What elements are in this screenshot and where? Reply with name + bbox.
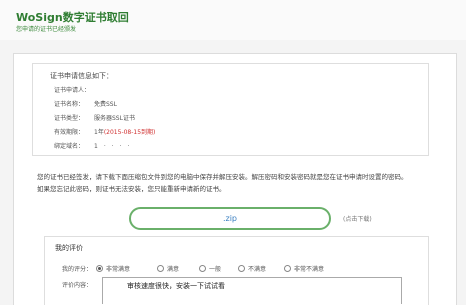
radio-icon	[157, 265, 164, 272]
rating-option-very-satisfied[interactable]: 非常满意	[96, 264, 130, 273]
radio-icon	[199, 265, 206, 272]
cert-info-box: 证书申请信息如下：	[32, 63, 429, 156]
rating-option-neutral[interactable]: 一般	[199, 264, 221, 273]
validity-value: 1年(2015-08-15到期)	[94, 127, 155, 136]
rating-label: 我的评分：	[62, 266, 93, 273]
domain-value: 1 · · · ·	[94, 143, 130, 150]
evaluation-content-text: 审核速度很快，安装一下试试看	[127, 282, 225, 290]
radio-icon	[238, 265, 245, 272]
domain-label: 绑定域名：	[54, 143, 85, 150]
cert-info-heading: 证书申请信息如下：	[50, 72, 113, 80]
cert-name-value: 免费SSL	[94, 101, 117, 108]
rating-option-unsatisfied[interactable]: 不满意	[238, 264, 266, 273]
download-zip-label: .zip	[222, 214, 238, 223]
applicant-label: 证书申请人：	[54, 87, 91, 94]
radio-selected-icon	[96, 265, 103, 272]
instructions-line-1: 您的证书已经签发，请下载下面压缩包文件到您的电脑中保存并解压安装。解压密码和安装…	[37, 173, 408, 181]
rating-option-very-unsatisfied[interactable]: 非常不满意	[284, 264, 324, 273]
radio-icon	[284, 265, 291, 272]
cert-type-label: 证书类型：	[54, 115, 85, 122]
page-header: WoSign数字证书取回 您申请的证书已经颁发	[0, 0, 466, 40]
download-hint: (点击下载)	[343, 216, 372, 223]
validity-period: 1年	[94, 129, 104, 136]
download-zip-button[interactable]: .zip	[129, 207, 331, 230]
cert-name-label: 证书名称：	[54, 101, 85, 108]
validity-label: 有效期限：	[54, 129, 85, 136]
page-title: WoSign数字证书取回	[16, 11, 129, 24]
evaluation-heading: 我的评价	[55, 244, 83, 252]
rating-option-satisfied[interactable]: 满意	[157, 264, 179, 273]
evaluation-content-textarea[interactable]: 审核速度很快，安装一下试试看	[102, 277, 402, 304]
content-label: 评价内容：	[62, 282, 93, 289]
instructions-line-2: 如果您忘记此密码，则证书无法安装，您只能重新申请新的证书。	[37, 185, 226, 193]
page-subtitle: 您申请的证书已经颁发	[16, 26, 77, 33]
cert-type-value: 服务器SSL证书	[94, 115, 135, 122]
expiry-date: (2015-08-15到期)	[103, 129, 156, 136]
